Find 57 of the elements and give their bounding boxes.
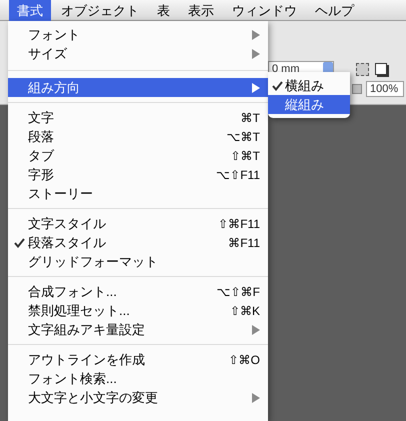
shortcut-label: ⌥⇧⌘F [216,284,260,300]
menu-bar-item[interactable]: 書式 [9,0,51,20]
submenu-item-label: 縦組み [285,96,324,114]
menu-item[interactable]: アウトラインを作成 ⇧⌘O [8,350,268,369]
menu-item[interactable]: フォント検索... [8,369,268,388]
shortcut-label: ⇧⌘O [228,352,260,368]
menu-item-label: 段落 [28,128,54,146]
shortcut-label: ⌘T [240,110,260,126]
menu-item[interactable]: フォント [8,25,268,44]
menu-item-label: 文字スタイル [28,214,106,233]
menu-item-label: サイズ [28,44,67,63]
shortcut-label: ⇧⌘T [230,148,260,164]
menu-item-label: 組み方向 [28,78,80,97]
shortcut-label: ⇧⌘F11 [218,216,260,232]
menu-bar-item[interactable]: オブジェクト [53,0,147,20]
menu-item[interactable]: グリッドフォーマット [8,252,268,271]
menu-item[interactable]: ストーリー [8,184,268,203]
menu-item[interactable]: サイズ [8,44,268,63]
menu-item-label: ストーリー [28,184,93,203]
shortcut-label: ⌥⌘T [226,128,260,146]
menu-item[interactable]: 段落 ⌥⌘T [8,127,268,146]
menu-item[interactable]: タブ ⇧⌘T [8,146,268,165]
menu-bar-item[interactable]: ヘルプ [307,0,362,20]
submenu-item[interactable]: 縦組み [268,95,350,114]
menu-item-label: 大文字と小文字の変更 [28,388,158,407]
menu-item-label: 文字組みアキ量設定 [28,320,145,339]
menu-item-label: 段落スタイル [28,234,106,252]
menu-item-label: アウトラインを作成 [28,350,145,369]
submenu-item-label: 横組み [285,76,324,95]
menu-item-label: フォント [28,26,80,44]
menu-bar-item[interactable]: 表示 [180,0,222,20]
zoom-field[interactable]: 100% [366,81,404,97]
menu-item[interactable]: 文字スタイル ⇧⌘F11 [8,214,268,233]
menu-item[interactable]: 大文字と小文字の変更 [8,388,268,407]
menu-item[interactable]: 文字組みアキ量設定 [8,320,268,339]
menu-item-label: グリッドフォーマット [28,252,158,271]
menu-item[interactable]: 段落スタイル ⌘F11 [8,233,268,252]
menu-item-label: 合成フォント... [28,282,117,301]
shortcut-label: ⌘F11 [228,234,260,252]
shortcut-label: ⌥⇧F11 [216,166,260,184]
menu-item[interactable]: 字形 ⌥⇧F11 [8,165,268,184]
menu-item[interactable]: 禁則処理セット... ⇧⌘K [8,301,268,320]
menu-item-label: 禁則処理セット... [28,302,130,320]
menu-item-label: フォント検索... [28,370,117,388]
menu-bar-item[interactable]: 表 [149,0,178,20]
square-icon[interactable] [375,63,387,75]
menu-item-label: 字形 [28,166,54,184]
menu-item-label: 文字 [28,108,54,127]
menu-bar-item[interactable]: ウィンドウ [224,0,305,20]
submenu-item[interactable]: 横組み [268,76,350,95]
menu-item[interactable]: 組み方向 [8,78,268,97]
transparency-icon[interactable] [352,84,362,94]
menu-item[interactable]: 合成フォント... ⌥⇧⌘F [8,282,268,301]
shortcut-label: ⇧⌘K [230,302,260,320]
menu-item[interactable]: 文字 ⌘T [8,108,268,127]
menu-item-label: タブ [28,146,54,165]
frame-icon[interactable] [356,62,369,76]
